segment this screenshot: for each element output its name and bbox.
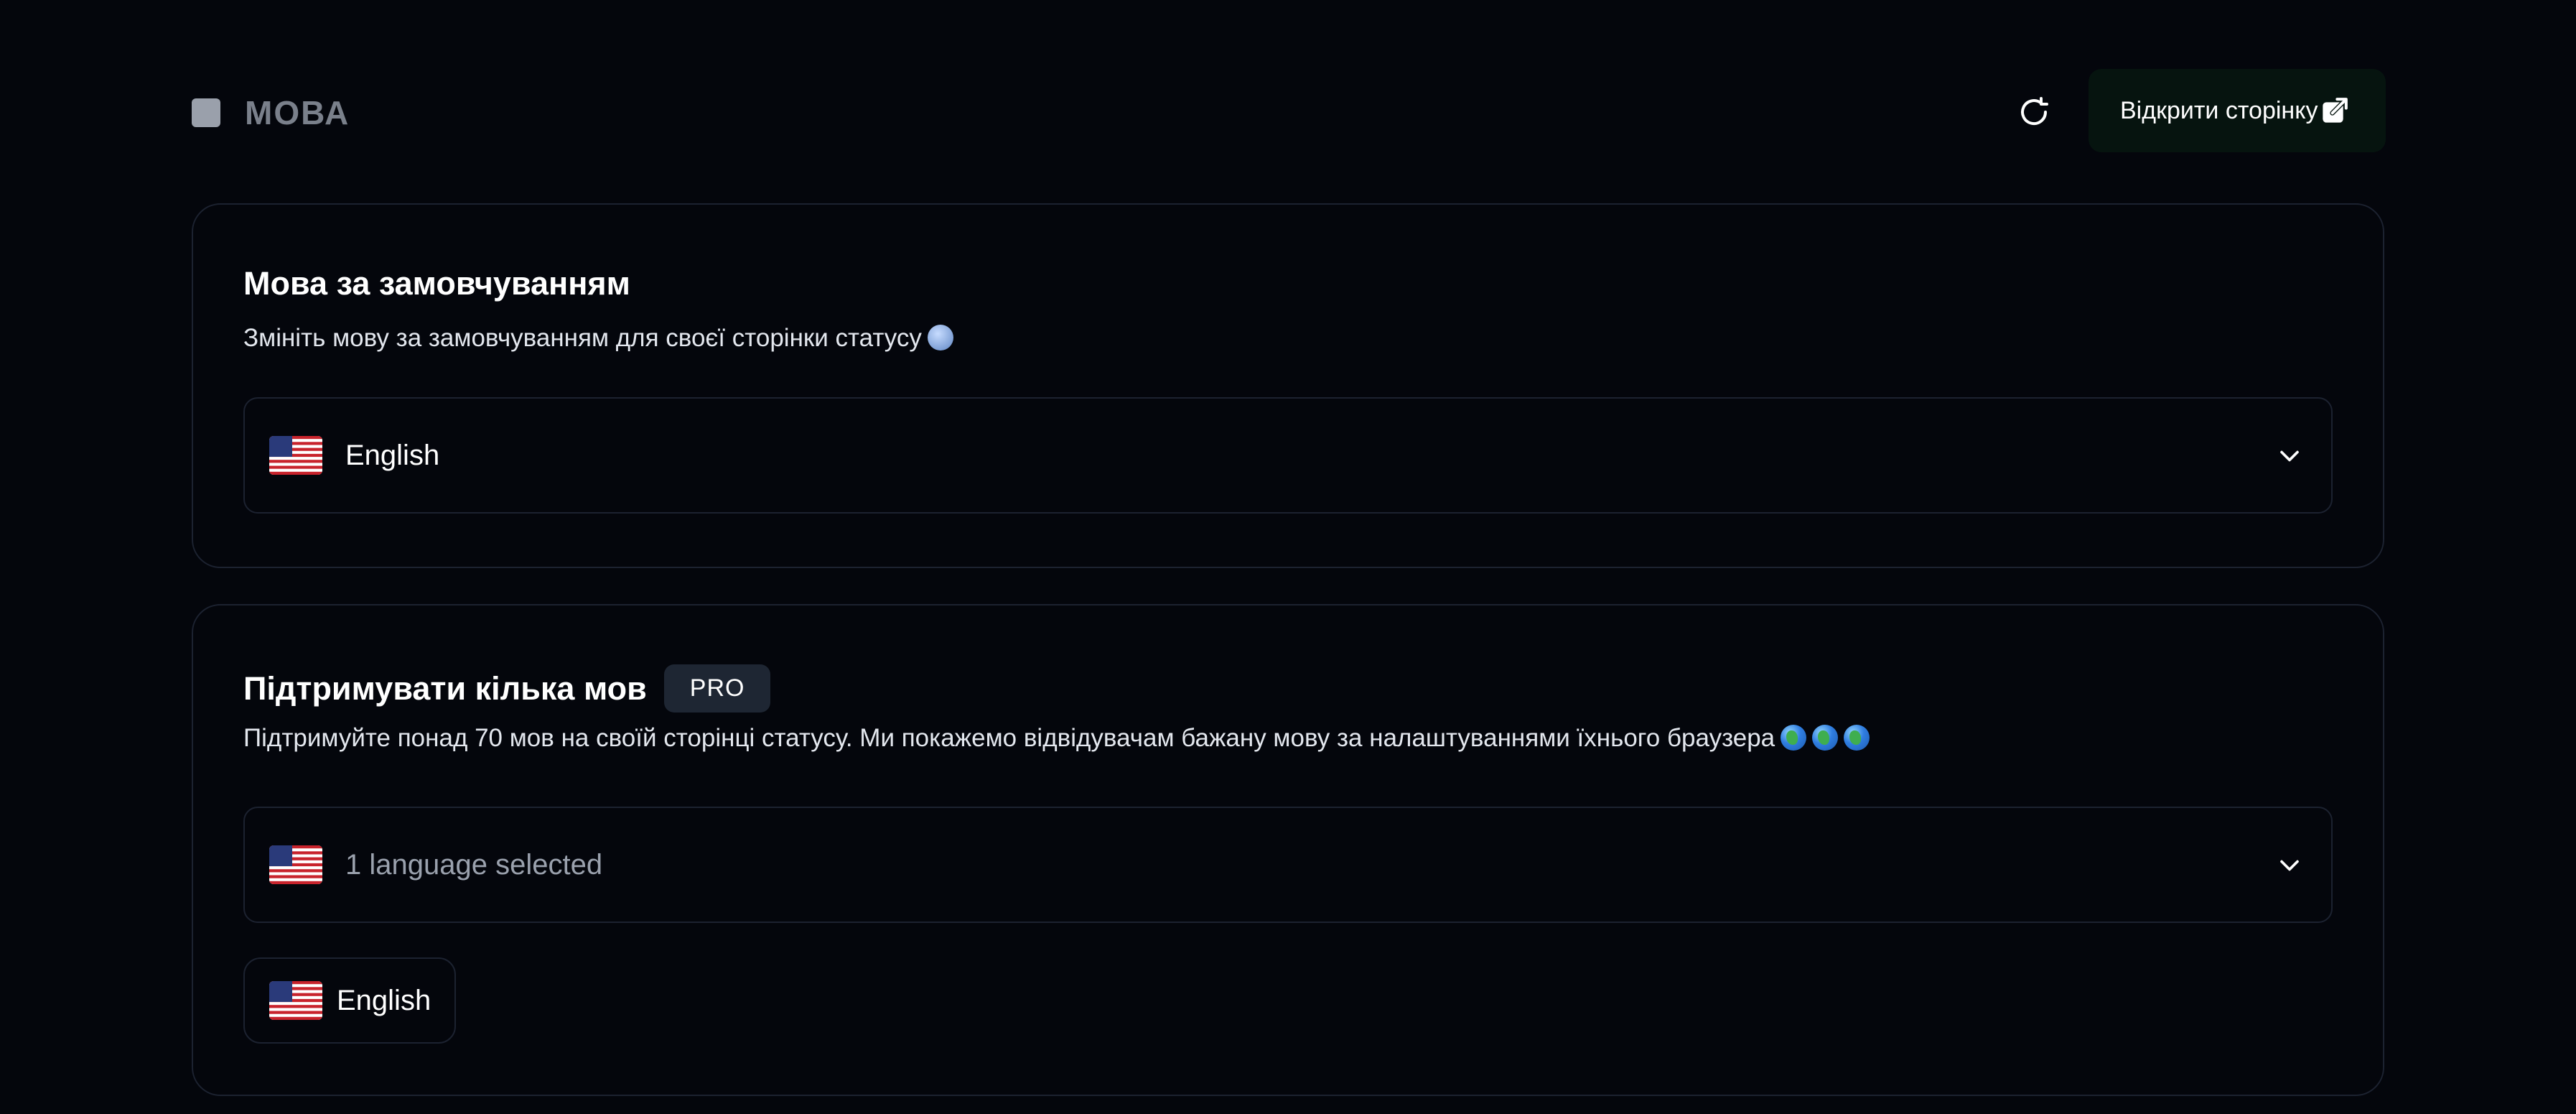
globe-africa-icon [1781,725,1807,751]
default-language-title: Мова за замовчуванням [243,265,630,302]
external-link-icon [2320,96,2349,125]
globe-americas-icon [1812,725,1839,751]
chevron-down-icon [2280,450,2299,462]
open-page-label: Відкрити сторінку [2120,96,2318,124]
default-language-card: Мова за замовчуванням Змініть мову за за… [192,203,2384,568]
chevron-down-icon [2280,860,2299,871]
multi-language-description: Підтримуйте понад 70 мов на своїй сторін… [243,724,1870,753]
globe-icon [927,325,953,351]
default-language-select[interactable]: English [243,397,2333,514]
open-page-button[interactable]: Відкрити сторінку [2089,69,2386,152]
multi-language-description-text: Підтримуйте понад 70 мов на своїй сторін… [243,724,1775,752]
multi-language-card: Підтримувати кілька мов PRO Підтримуйте … [192,604,2384,1096]
default-language-description: Змініть мову за замовчуванням для своєї … [243,324,953,353]
languages-multiselect[interactable]: 1 language selected [243,807,2333,923]
language-chip-label: English [337,984,431,1016]
refresh-icon [2021,97,2048,126]
us-flag-icon [269,845,322,884]
default-language-value: English [345,439,440,471]
refresh-button[interactable] [2008,86,2060,138]
section-title: МОВА [192,93,350,132]
language-chip-english[interactable]: English [243,957,456,1044]
default-language-description-text: Змініть мову за замовчуванням для своєї … [243,324,922,352]
multi-language-title-row: Підтримувати кілька мов PRO [243,664,771,713]
globe-asia-icon [1844,725,1870,751]
multi-language-title: Підтримувати кілька мов [243,669,647,707]
us-flag-icon [269,981,322,1020]
page-header: МОВА Відкрити сторінку [192,69,2386,152]
square-icon [192,98,220,127]
languages-selected-summary: 1 language selected [345,848,603,881]
pro-badge: PRO [663,664,771,713]
section-title-text: МОВА [245,94,350,131]
us-flag-icon [269,436,322,475]
